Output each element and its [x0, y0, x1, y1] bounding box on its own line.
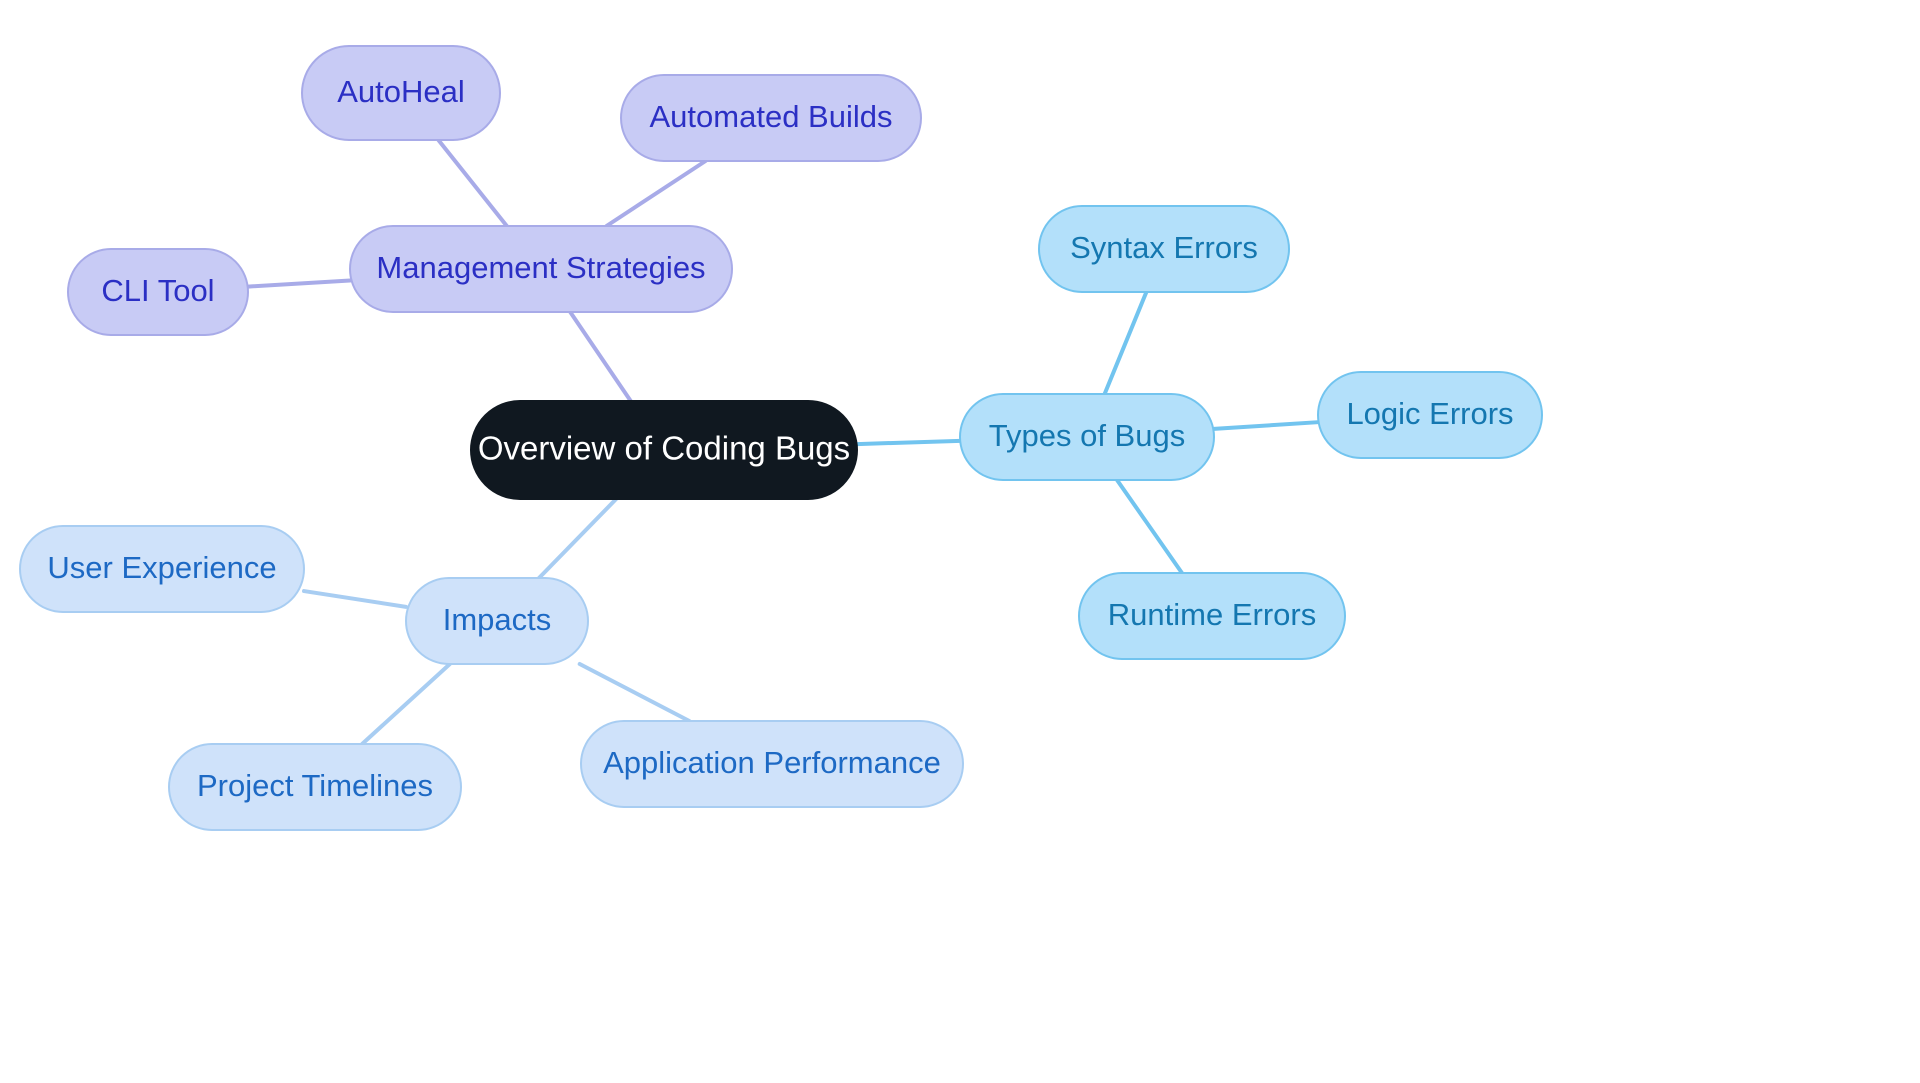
mindmap-node-autoheal[interactable]: AutoHeal: [301, 45, 501, 141]
node-label-syntax-errors: Syntax Errors: [1070, 230, 1258, 265]
edge-types-syntax: [1102, 290, 1149, 396]
mindmap-node-cli-tool[interactable]: CLI Tool: [67, 248, 249, 336]
mindmap-node-application-performance[interactable]: Application Performance: [580, 720, 964, 808]
node-label-autoheal: AutoHeal: [337, 74, 465, 109]
node-label-user-experience: User Experience: [47, 550, 276, 585]
node-label-runtime-errors: Runtime Errors: [1108, 597, 1316, 632]
mindmap-node-syntax-errors[interactable]: Syntax Errors: [1038, 205, 1290, 293]
mindmap-svg: AutoHeal Automated Builds CLI Tool Manageme…: [19, 45, 1543, 831]
edge-root-types: [855, 438, 962, 447]
node-label-application-performance: Application Performance: [603, 745, 941, 780]
mindmap-node-types-of-bugs[interactable]: Types of Bugs: [959, 393, 1215, 481]
edge-management-automated-builds: [604, 159, 708, 228]
mindmap-node-runtime-errors[interactable]: Runtime Errors: [1078, 572, 1346, 660]
node-label-management-strategies: Management Strategies: [376, 250, 705, 285]
node-layer: AutoHeal Automated Builds CLI Tool Manageme…: [19, 45, 1543, 831]
mindmap-node-impacts[interactable]: Impacts: [405, 577, 589, 665]
node-label-project-timelines: Project Timelines: [197, 768, 433, 803]
mindmap-node-logic-errors[interactable]: Logic Errors: [1317, 371, 1543, 459]
node-label-cli-tool: CLI Tool: [101, 273, 214, 308]
mindmap-node-project-timelines[interactable]: Project Timelines: [168, 743, 462, 831]
mindmap-node-user-experience[interactable]: User Experience: [19, 525, 305, 613]
edge-management-cli-tool: [246, 278, 352, 289]
node-label-automated-builds: Automated Builds: [650, 99, 893, 134]
node-label-logic-errors: Logic Errors: [1346, 396, 1513, 431]
edge-impacts-user-experience: [302, 589, 408, 609]
node-label-impacts: Impacts: [443, 602, 552, 637]
edge-root-impacts: [536, 497, 619, 580]
mindmap-node-automated-builds[interactable]: Automated Builds: [620, 74, 922, 162]
edge-impacts-application-performance: [577, 662, 692, 723]
edge-types-logic: [1212, 420, 1320, 431]
edge-impacts-project-timelines: [360, 662, 452, 746]
mindmap-node-management-strategies[interactable]: Management Strategies: [349, 225, 733, 313]
mindmap-canvas: AutoHeal Automated Builds CLI Tool Manageme…: [0, 0, 1920, 1083]
edge-management-autoheal: [436, 138, 509, 228]
mindmap-node-root[interactable]: Overview of Coding Bugs: [470, 400, 858, 500]
edge-root-management: [568, 310, 633, 403]
edge-types-runtime: [1115, 478, 1184, 575]
node-label-root: Overview of Coding Bugs: [478, 430, 850, 467]
node-label-types-of-bugs: Types of Bugs: [989, 418, 1185, 453]
